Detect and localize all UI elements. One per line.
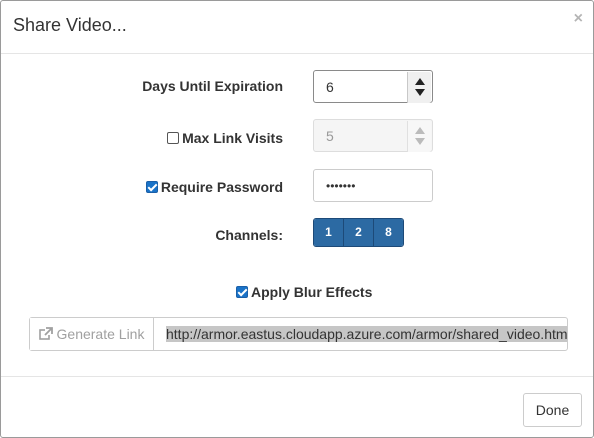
password-input[interactable]: •••••••: [313, 169, 433, 202]
external-link-icon: [38, 327, 53, 340]
apply-blur-checkbox[interactable]: [236, 286, 248, 298]
max-link-visits-input[interactable]: 5: [313, 119, 433, 152]
spinner-down-icon: [415, 138, 425, 145]
spinner-up-icon[interactable]: [415, 78, 425, 85]
generate-link-label: Generate Link: [56, 326, 145, 342]
share-url-field[interactable]: http://armor.eastus.cloudapp.azure.com/a…: [154, 318, 567, 350]
max-visits-spinner: [407, 121, 431, 152]
days-until-expiration-label-text: Days Until Expiration: [142, 78, 283, 94]
password-value: •••••••: [326, 179, 356, 193]
apply-blur-label-text: Apply Blur Effects: [251, 284, 373, 300]
share-video-dialog: Share Video... × Days Until Expiration 6…: [0, 0, 594, 438]
require-password-label-text: Require Password: [160, 179, 283, 195]
max-link-visits-label-text: Max Link Visits: [182, 130, 283, 146]
dialog-header: Share Video... ×: [1, 1, 593, 54]
done-button[interactable]: Done: [523, 393, 582, 427]
days-until-expiration-value: 6: [326, 79, 334, 95]
days-until-expiration-input[interactable]: 6: [313, 70, 433, 103]
close-button[interactable]: ×: [574, 11, 583, 27]
apply-blur-label: Apply Blur Effects: [236, 284, 372, 300]
channel-button-2[interactable]: 2: [344, 219, 374, 246]
dialog-footer: Done: [1, 376, 593, 438]
share-url-text[interactable]: http://armor.eastus.cloudapp.azure.com/a…: [166, 326, 567, 342]
require-password-checkbox[interactable]: [145, 181, 158, 193]
days-spinner[interactable]: [407, 72, 431, 103]
channels-button-group: 1 2 8: [313, 218, 404, 247]
share-link-group: Generate Link http://armor.eastus.clouda…: [29, 317, 568, 351]
days-until-expiration-label: Days Until Expiration: [142, 78, 283, 94]
generate-link-button[interactable]: Generate Link: [30, 318, 154, 350]
channel-button-1[interactable]: 1: [314, 219, 344, 246]
channels-label: Channels:: [215, 227, 283, 243]
dialog-title: Share Video...: [13, 15, 127, 35]
channel-button-8[interactable]: 8: [374, 219, 403, 246]
max-link-visits-label: Max Link Visits: [167, 130, 283, 146]
spinner-down-icon[interactable]: [415, 89, 425, 96]
require-password-label: Require Password: [145, 179, 283, 195]
spinner-up-icon: [415, 127, 425, 134]
max-link-visits-value: 5: [326, 128, 334, 144]
max-link-visits-checkbox[interactable]: [167, 132, 180, 144]
channels-label-text: Channels:: [215, 227, 283, 243]
